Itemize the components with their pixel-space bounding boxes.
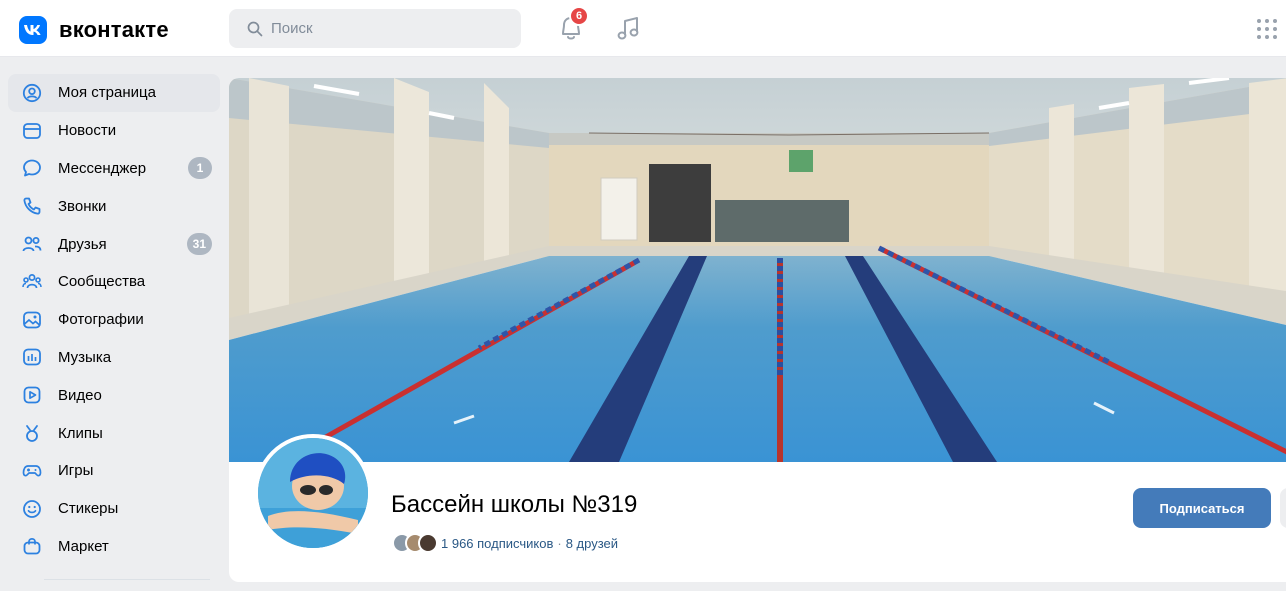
sidebar-item-label: Игры: [58, 462, 94, 480]
music-icon: [22, 347, 42, 367]
logo-text: вконтакте: [59, 17, 169, 42]
notifications-button[interactable]: 6: [556, 6, 589, 44]
sidebar-item-label: Друзья: [58, 235, 107, 253]
friend-avatar: [418, 533, 438, 553]
profile-icon: [22, 83, 42, 103]
music-player-button[interactable]: [616, 13, 642, 43]
friends-count[interactable]: 8 друзей: [566, 536, 618, 551]
sidebar-item-stickers[interactable]: Стикеры: [8, 490, 220, 528]
news-icon: [22, 121, 42, 141]
apps-menu-button[interactable]: [1255, 17, 1279, 41]
left-sidebar: Моя страница Новости Мессенджер 1 Звонки…: [8, 74, 220, 565]
sidebar-item-label: Новости: [58, 122, 117, 140]
sidebar-item-label: Фотографии: [58, 311, 144, 329]
followers-info[interactable]: 1 966 подписчиков · 8 друзей: [392, 533, 618, 553]
sidebar-item-label: Звонки: [58, 197, 107, 215]
separator-dot: ·: [557, 535, 562, 551]
sidebar-divider: [44, 579, 210, 580]
pool-cover-photo: [229, 78, 1286, 462]
sidebar-item-label: Мессенджер: [58, 159, 147, 177]
search-icon: [247, 21, 263, 36]
unread-badge: 1: [188, 157, 212, 180]
subscribe-button[interactable]: Подписаться: [1133, 488, 1271, 528]
sidebar-item-clips[interactable]: Клипы: [8, 414, 220, 452]
messenger-icon: [22, 158, 42, 178]
sidebar-item-label: Маркет: [58, 537, 109, 555]
market-icon: [22, 536, 42, 556]
sidebar-item-my-page[interactable]: Моя страница: [8, 74, 220, 112]
sidebar-item-calls[interactable]: Звонки: [8, 187, 220, 225]
sidebar-item-friends[interactable]: Друзья 31: [8, 225, 220, 263]
more-actions-button[interactable]: [1280, 488, 1286, 528]
phone-icon: [22, 196, 42, 216]
friends-icon: [22, 234, 42, 254]
sidebar-item-photos[interactable]: Фотографии: [8, 301, 220, 339]
sidebar-item-music[interactable]: Музыка: [8, 339, 220, 377]
friend-avatars: [392, 533, 438, 553]
grid-icon: [1257, 19, 1277, 39]
vk-logo-icon: [19, 16, 47, 44]
sidebar-item-video[interactable]: Видео: [8, 376, 220, 414]
games-icon: [22, 461, 42, 481]
search-box[interactable]: [229, 9, 521, 48]
music-note-icon: [617, 17, 639, 40]
group-header-card: Бассейн школы №319 1 966 подписчиков · 8…: [229, 78, 1286, 582]
sidebar-item-label: Видео: [58, 386, 102, 404]
search-input[interactable]: [271, 20, 511, 37]
sidebar-item-label: Стикеры: [58, 500, 119, 518]
video-icon: [22, 385, 42, 405]
notifications-badge: 6: [569, 6, 589, 26]
cover-image[interactable]: [229, 78, 1286, 462]
group-title: Бассейн школы №319: [391, 491, 638, 518]
sidebar-item-label: Моя страница: [58, 84, 156, 102]
sidebar-item-games[interactable]: Игры: [8, 452, 220, 490]
requests-badge: 31: [186, 233, 212, 256]
sidebar-item-market[interactable]: Маркет: [8, 528, 220, 566]
sidebar-item-label: Сообщества: [58, 273, 146, 291]
sidebar-item-messenger[interactable]: Мессенджер 1: [8, 150, 220, 188]
clips-icon: [22, 423, 42, 443]
sidebar-item-communities[interactable]: Сообщества: [8, 263, 220, 301]
sidebar-item-news[interactable]: Новости: [8, 112, 220, 150]
stickers-icon: [22, 499, 42, 519]
vk-logo[interactable]: вконтакте: [19, 16, 169, 44]
sidebar-item-label: Клипы: [58, 424, 103, 442]
subscribers-count[interactable]: 1 966 подписчиков: [441, 536, 553, 551]
swimmer-avatar-image: [258, 438, 368, 548]
photos-icon: [22, 310, 42, 330]
communities-icon: [22, 272, 42, 292]
top-header: вконтакте 6: [0, 0, 1286, 57]
group-avatar[interactable]: [254, 434, 372, 552]
sidebar-item-label: Музыка: [58, 348, 112, 366]
